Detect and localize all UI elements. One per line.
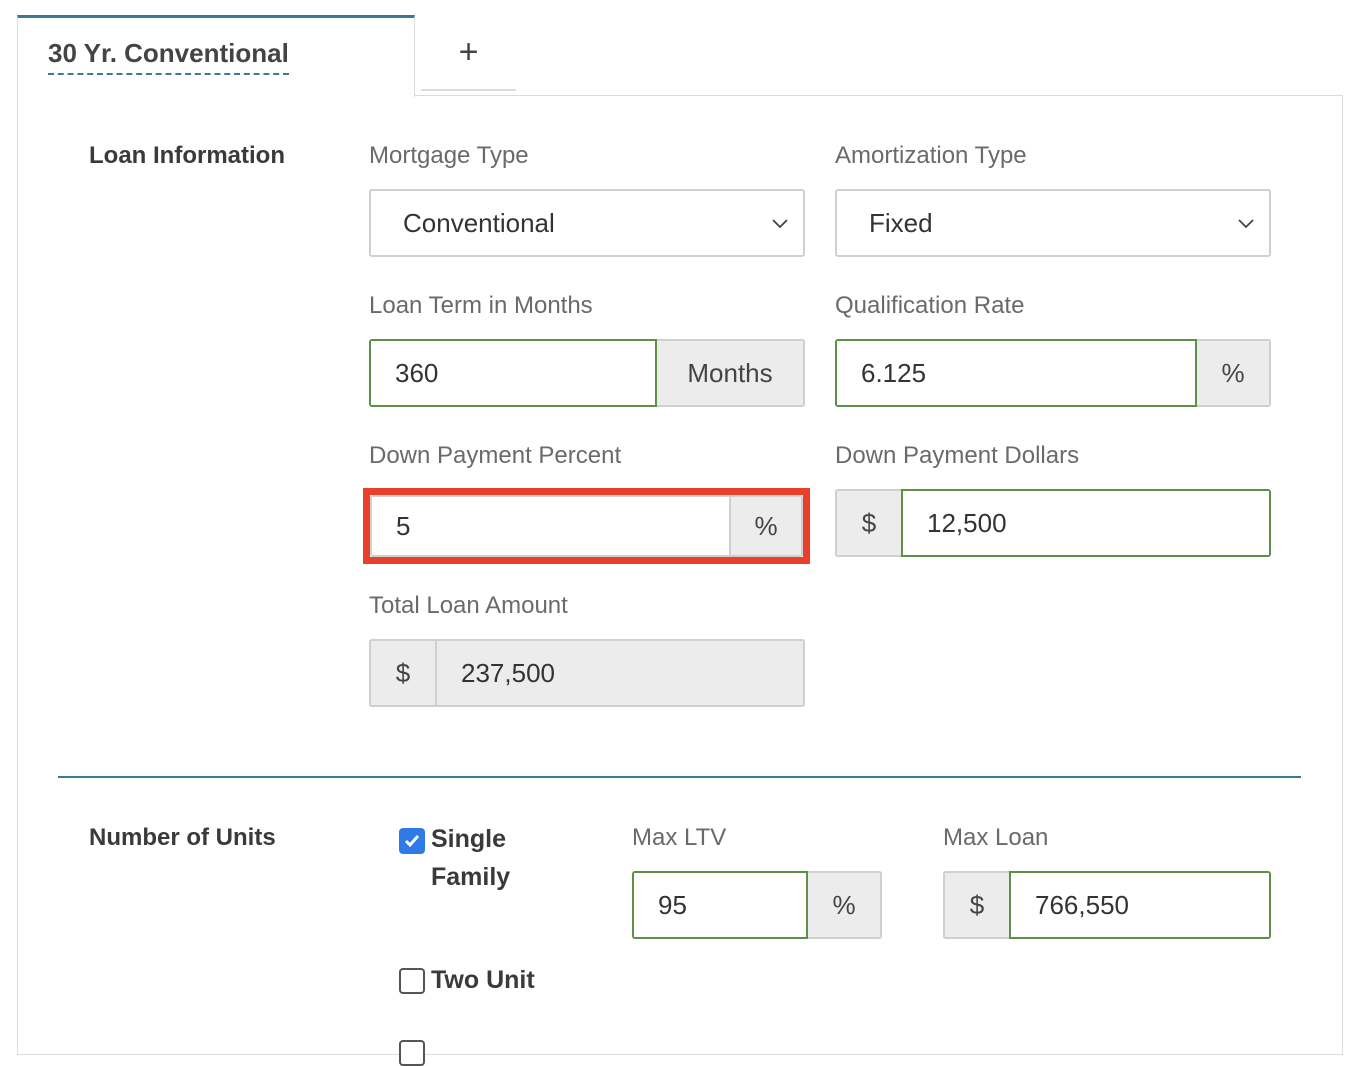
mortgage-type-label: Mortgage Type: [369, 142, 529, 169]
max-ltv-unit: %: [808, 871, 882, 939]
loan-term-input[interactable]: 360: [369, 339, 657, 407]
max-loan-prefix: $: [943, 871, 1009, 939]
down-payment-dollars-input[interactable]: 12,500: [901, 489, 1271, 557]
amortization-type-select[interactable]: Fixed: [835, 189, 1271, 257]
total-loan-amount-group: $ 237,500: [369, 639, 805, 707]
two-unit-label: Two Unit: [431, 966, 535, 994]
total-loan-amount-label: Total Loan Amount: [369, 592, 568, 619]
plus-icon: +: [458, 32, 479, 71]
total-loan-amount-input: 237,500: [435, 639, 805, 707]
tab-30-yr-conventional[interactable]: 30 Yr. Conventional: [17, 15, 415, 97]
chevron-down-icon: [1238, 219, 1254, 229]
loan-term-label: Loan Term in Months: [369, 292, 593, 319]
single-family-label: Single Family: [431, 825, 511, 891]
down-payment-percent-unit: %: [731, 495, 803, 557]
amortization-type-label: Amortization Type: [835, 142, 1027, 169]
qualification-rate-label: Qualification Rate: [835, 292, 1025, 319]
add-tab-button[interactable]: +: [421, 15, 516, 91]
max-ltv-group: 95 %: [632, 871, 882, 939]
down-payment-percent-input[interactable]: 5: [370, 495, 731, 557]
max-loan-input[interactable]: 766,550: [1009, 871, 1271, 939]
loan-term-unit: Months: [657, 339, 805, 407]
tab-label: 30 Yr. Conventional: [48, 38, 289, 75]
unit-option-single-family[interactable]: Single Family: [399, 825, 579, 896]
chevron-down-icon: [772, 219, 788, 229]
max-loan-label: Max Loan: [943, 824, 1049, 851]
mortgage-type-value: Conventional: [403, 207, 555, 238]
mortgage-type-select[interactable]: Conventional: [369, 189, 805, 257]
total-loan-amount-prefix: $: [369, 639, 435, 707]
qualification-rate-group: 6.125 %: [835, 339, 1271, 407]
down-payment-dollars-group: $ 12,500: [835, 489, 1271, 557]
unit-option-two-unit[interactable]: Two Unit: [399, 966, 535, 995]
down-payment-percent-label: Down Payment Percent: [369, 442, 622, 469]
checkbox-unchecked-icon[interactable]: [399, 968, 425, 994]
loan-term-group: 360 Months: [369, 339, 805, 407]
amortization-type-value: Fixed: [869, 207, 933, 238]
max-loan-group: $ 766,550: [943, 871, 1271, 939]
qualification-rate-input[interactable]: 6.125: [835, 339, 1197, 407]
max-ltv-label: Max LTV: [632, 824, 727, 851]
down-payment-dollars-prefix: $: [835, 489, 901, 557]
unit-option-partial[interactable]: [399, 1038, 431, 1066]
section-title-number-of-units: Number of Units: [89, 824, 276, 851]
checkbox-checked-icon[interactable]: [399, 828, 425, 854]
down-payment-percent-group: 5 %: [370, 495, 803, 557]
max-ltv-input[interactable]: 95: [632, 871, 808, 939]
qualification-rate-unit: %: [1197, 339, 1271, 407]
down-payment-dollars-label: Down Payment Dollars: [835, 442, 1080, 469]
section-divider: [58, 776, 1301, 778]
section-title-loan-information: Loan Information: [89, 142, 285, 169]
